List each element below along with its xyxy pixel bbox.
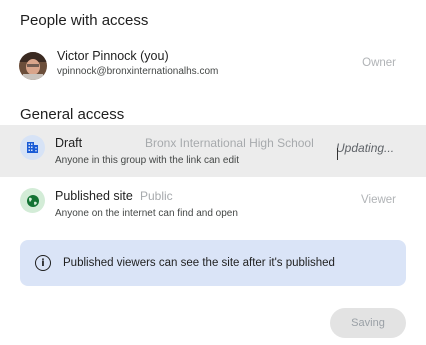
- published-scope-dropdown[interactable]: Public: [140, 189, 173, 203]
- person-name: Victor Pinnock (you): [57, 49, 169, 63]
- published-access-row[interactable]: Published site Public Anyone on the inte…: [0, 178, 426, 230]
- people-with-access-title: People with access: [20, 12, 149, 29]
- person-row-owner: Victor Pinnock (you) vpinnock@bronxinter…: [0, 42, 426, 88]
- general-access-title: General access: [20, 106, 125, 123]
- info-banner: i Published viewers can see the site aft…: [20, 240, 406, 286]
- info-icon: i: [35, 255, 51, 271]
- published-title: Published site: [55, 189, 133, 203]
- saving-button[interactable]: Saving: [330, 308, 406, 338]
- draft-description: Anyone in this group with the link can e…: [55, 155, 239, 166]
- draft-scope-dropdown[interactable]: Bronx International High School: [145, 136, 314, 150]
- info-banner-text: Published viewers can see the site after…: [63, 257, 335, 269]
- viewer-role-label: Viewer: [361, 194, 396, 206]
- building-icon: [20, 135, 45, 160]
- text-cursor: [337, 148, 338, 160]
- draft-access-row[interactable]: Draft Bronx International High School An…: [0, 125, 426, 177]
- draft-title: Draft: [55, 136, 83, 150]
- avatar: [19, 52, 47, 80]
- person-email: vpinnock@bronxinternationalhs.com: [57, 66, 219, 77]
- globe-icon: [20, 188, 45, 213]
- owner-role-label: Owner: [362, 57, 396, 69]
- draft-status: Updating...: [336, 141, 395, 155]
- published-description: Anyone on the internet can find and open: [55, 208, 238, 219]
